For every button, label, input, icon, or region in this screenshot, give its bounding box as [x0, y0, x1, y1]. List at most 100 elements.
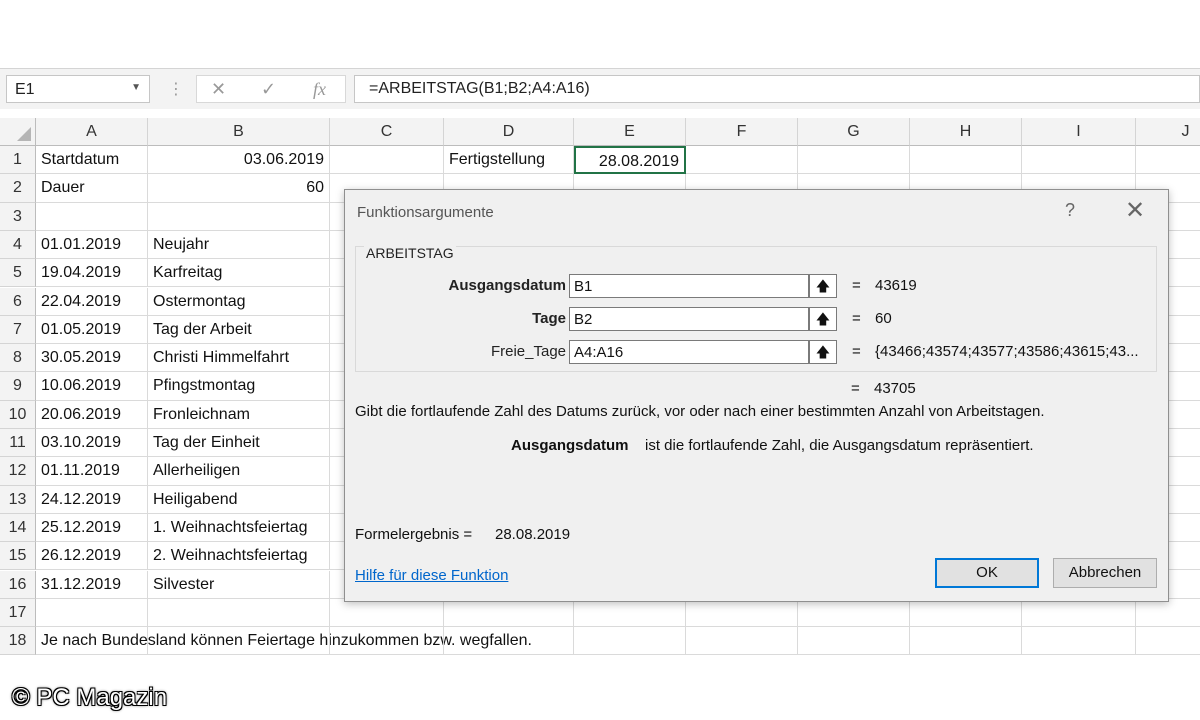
insert-function-icon[interactable]: fx [313, 79, 326, 100]
row-header-9[interactable]: 9 [0, 372, 36, 401]
cell-b6[interactable]: Ostermontag [148, 287, 330, 316]
cell-b13[interactable]: Heiligabend [148, 485, 330, 514]
cell-g18[interactable] [798, 627, 910, 656]
chevron-down-icon[interactable]: ▼ [131, 82, 141, 93]
help-link[interactable]: Hilfe für diese Funktion [355, 567, 508, 584]
cell-b10[interactable]: Fronleichnam [148, 400, 330, 429]
cell-b1[interactable]: 03.06.2019 [148, 146, 330, 175]
cell-j17[interactable] [1136, 599, 1200, 628]
cell-d18[interactable] [444, 627, 574, 656]
cancel-button[interactable]: Abbrechen [1053, 558, 1157, 588]
cell-b14[interactable]: 1. Weihnachtsfeiertag [148, 513, 330, 543]
cell-b17[interactable] [148, 598, 330, 628]
cell-a18[interactable]: Je nach Bundesland können Feiertage hinz… [36, 627, 532, 656]
select-all-corner[interactable] [0, 118, 36, 146]
row-header-6[interactable]: 6 [0, 287, 36, 316]
column-header-a[interactable]: A [36, 118, 148, 146]
cell-a5[interactable]: 19.04.2019 [36, 259, 148, 288]
column-header-h[interactable]: H [910, 118, 1022, 146]
cell-a11[interactable]: 03.10.2019 [36, 429, 148, 458]
row-header-2[interactable]: 2 [0, 174, 36, 203]
row-header-7[interactable]: 7 [0, 315, 36, 345]
cell-a6[interactable]: 22.04.2019 [36, 287, 148, 316]
cell-f1[interactable] [686, 146, 798, 175]
formula-input[interactable]: =ARBEITSTAG(B1;B2;A4:A16) [354, 75, 1200, 103]
cell-b7[interactable]: Tag der Arbeit [148, 315, 330, 345]
column-header-e[interactable]: E [574, 118, 686, 146]
cell-d17[interactable] [444, 598, 574, 628]
row-header-13[interactable]: 13 [0, 485, 36, 514]
cell-a15[interactable]: 26.12.2019 [36, 542, 148, 571]
cell-a9[interactable]: 10.06.2019 [36, 372, 148, 401]
collapse-dialog-icon[interactable]: 🡅 [809, 307, 837, 331]
row-header-12[interactable]: 12 [0, 457, 36, 486]
cell-a16[interactable]: 31.12.2019 [36, 570, 148, 599]
cell-b11[interactable]: Tag der Einheit [148, 429, 330, 458]
cell-d1[interactable]: Fertigstellung [444, 146, 574, 175]
column-header-f[interactable]: F [686, 118, 798, 146]
cell-b9[interactable]: Pfingstmontag [148, 372, 330, 401]
cell-i1[interactable] [1022, 146, 1136, 175]
cell-c17[interactable] [330, 598, 444, 628]
row-header-8[interactable]: 8 [0, 344, 36, 373]
cell-f18[interactable] [686, 627, 798, 656]
cell-a10[interactable]: 20.06.2019 [36, 400, 148, 429]
row-header-10[interactable]: 10 [0, 400, 36, 429]
collapse-dialog-icon[interactable]: 🡅 [809, 340, 837, 364]
cell-b12[interactable]: Allerheiligen [148, 457, 330, 486]
row-header-3[interactable]: 3 [0, 202, 36, 231]
cell-a3[interactable] [36, 202, 148, 231]
row-header-4[interactable]: 4 [0, 230, 36, 260]
row-header-16[interactable]: 16 [0, 570, 36, 599]
cell-b5[interactable]: Karfreitag [148, 259, 330, 288]
column-header-i[interactable]: I [1022, 118, 1136, 146]
arg-input-tage[interactable]: B2 [569, 307, 809, 331]
row-header-14[interactable]: 14 [0, 513, 36, 543]
cell-b8[interactable]: Christi Himmelfahrt [148, 344, 330, 373]
cell-a13[interactable]: 24.12.2019 [36, 485, 148, 514]
cell-a4[interactable]: 01.01.2019 [36, 230, 148, 260]
cell-a8[interactable]: 30.05.2019 [36, 344, 148, 373]
cancel-icon[interactable]: ✕ [211, 79, 226, 100]
cell-j1[interactable] [1136, 146, 1200, 175]
row-header-18[interactable]: 18 [0, 627, 36, 656]
cell-a7[interactable]: 01.05.2019 [36, 315, 148, 345]
enter-icon[interactable]: ✓ [261, 79, 276, 100]
cell-a1[interactable]: Startdatum [36, 146, 148, 175]
row-header-17[interactable]: 17 [0, 598, 36, 628]
cell-b4[interactable]: Neujahr [148, 230, 330, 260]
row-header-5[interactable]: 5 [0, 259, 36, 288]
column-header-b[interactable]: B [148, 118, 330, 146]
collapse-dialog-icon[interactable]: 🡅 [809, 274, 837, 298]
cell-c1[interactable] [330, 146, 444, 175]
column-header-d[interactable]: D [444, 118, 574, 146]
cell-b16[interactable]: Silvester [148, 570, 330, 599]
cell-a12[interactable]: 01.11.2019 [36, 457, 148, 486]
cell-b2[interactable]: 60 [148, 174, 330, 203]
row-header-11[interactable]: 11 [0, 429, 36, 458]
cell-e1[interactable]: 28.08.2019 [574, 146, 686, 175]
arg-input-ausgangsdatum[interactable]: B1 [569, 274, 809, 298]
cell-h18[interactable] [910, 627, 1022, 656]
cell-b18[interactable] [148, 627, 330, 656]
row-header-1[interactable]: 1 [0, 146, 36, 175]
cell-f17[interactable] [686, 598, 798, 628]
column-header-c[interactable]: C [330, 118, 444, 146]
cell-b15[interactable]: 2. Weihnachtsfeiertag [148, 542, 330, 571]
cell-i18[interactable] [1022, 627, 1136, 656]
column-header-g[interactable]: G [798, 118, 910, 146]
ok-button[interactable]: OK [935, 558, 1039, 588]
help-icon[interactable]: ? [1065, 200, 1075, 221]
cell-b3[interactable] [148, 202, 330, 231]
cell-i17[interactable] [1022, 598, 1136, 628]
cell-a2[interactable]: Dauer [36, 174, 148, 203]
cell-j18[interactable] [1136, 627, 1200, 656]
cell-e18[interactable] [574, 627, 686, 656]
cell-g17[interactable] [798, 598, 910, 628]
close-icon[interactable]: ✕ [1125, 196, 1145, 225]
cell-a14[interactable]: 25.12.2019 [36, 513, 148, 543]
cell-h17[interactable] [910, 598, 1022, 628]
cell-c18[interactable] [330, 627, 444, 656]
row-header-15[interactable]: 15 [0, 542, 36, 571]
name-box[interactable]: E1 ▼ [6, 75, 150, 103]
